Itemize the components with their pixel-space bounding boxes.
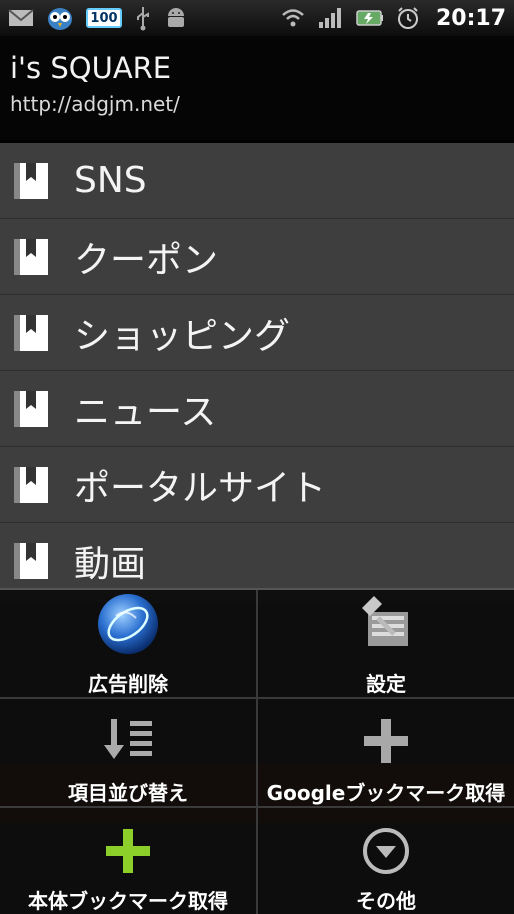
bookmark-book-icon	[14, 162, 48, 199]
bookmark-book-icon	[14, 542, 48, 579]
list-item-label: SNS	[74, 160, 147, 201]
bookmark-book-icon	[14, 390, 48, 427]
battery-charge-icon	[356, 9, 384, 27]
title-bar: i's SQUARE http://adgjm.net/	[0, 36, 514, 140]
list-item[interactable]: ポータルサイト	[0, 447, 514, 523]
menu-divider	[0, 806, 514, 808]
remove-ads-button[interactable]: 広告削除	[0, 594, 256, 697]
list-item-label: ポータルサイト	[74, 467, 327, 509]
globe-icon	[96, 594, 160, 654]
reorder-items-label: 項目並び替え	[68, 781, 188, 805]
alarm-icon	[396, 6, 420, 30]
reorder-items-button[interactable]: 項目並び替え	[0, 712, 256, 806]
list-item-label: ショッピング	[74, 315, 291, 357]
settings-icon	[354, 594, 418, 654]
list-item-label: 動画	[74, 543, 147, 585]
list-item-label: クーポン	[74, 239, 219, 281]
more-button[interactable]: その他	[258, 822, 514, 914]
menu-divider	[0, 697, 514, 699]
more-label: その他	[356, 889, 416, 913]
mail-icon	[8, 8, 34, 28]
status-time: 20:17	[435, 5, 506, 31]
google-bookmark-import-button[interactable]: Googleブックマーク取得	[258, 712, 514, 806]
bookmark-book-icon	[14, 238, 48, 275]
bookmark-book-icon	[14, 466, 48, 503]
usb-icon	[134, 5, 152, 31]
list-item[interactable]: SNS	[0, 143, 514, 219]
battery-icon: 100	[86, 8, 122, 28]
app-url: http://adgjm.net/	[10, 92, 180, 116]
app-title: i's SQUARE	[10, 51, 172, 85]
status-bar: 100 20:17	[0, 0, 514, 36]
plus-gray-icon	[360, 712, 412, 769]
bookmark-folder-list: SNS クーポン ショッピング ニュース ポータルサイト 動画	[0, 143, 514, 603]
device-bookmark-import-label: 本体ブックマーク取得	[28, 889, 228, 913]
list-item[interactable]: クーポン	[0, 219, 514, 295]
list-item[interactable]: ショッピング	[0, 295, 514, 371]
google-bookmark-import-label: Googleブックマーク取得	[266, 781, 506, 805]
signal-icon	[318, 6, 344, 30]
more-icon	[360, 822, 412, 879]
sort-icon	[98, 712, 158, 769]
owl-icon	[46, 5, 74, 31]
settings-label: 設定	[366, 672, 406, 696]
android-icon	[164, 6, 188, 30]
list-item[interactable]: ニュース	[0, 371, 514, 447]
wifi-icon	[280, 7, 306, 29]
remove-ads-label: 広告削除	[88, 672, 168, 696]
list-item-label: ニュース	[74, 391, 217, 433]
plus-green-icon	[102, 822, 154, 879]
device-bookmark-import-button[interactable]: 本体ブックマーク取得	[0, 822, 256, 914]
settings-button[interactable]: 設定	[258, 594, 514, 697]
bookmark-book-icon	[14, 314, 48, 351]
